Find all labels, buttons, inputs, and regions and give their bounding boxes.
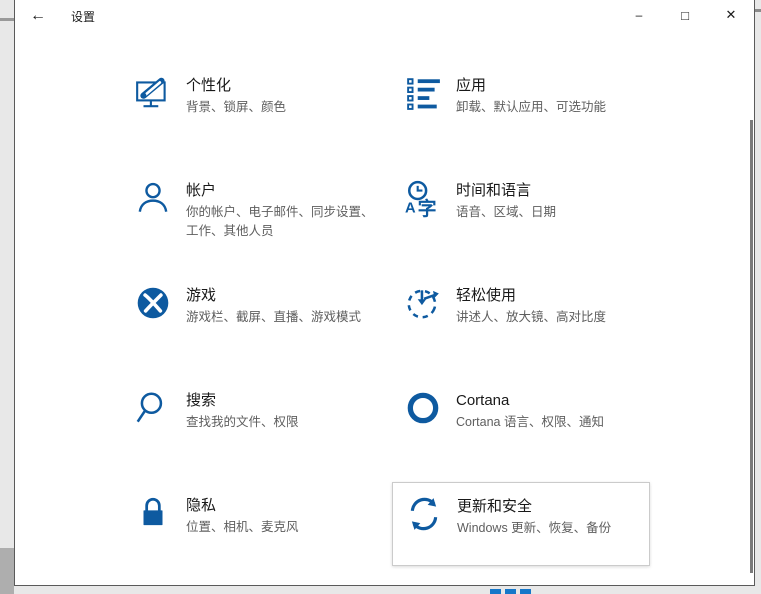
settings-tile-time-language[interactable]: A 字 时间和语言 语音、区域、日期 [392,167,650,251]
tile-title: 应用 [456,76,650,96]
tile-title: 隐私 [186,496,380,516]
settings-tile-ease-of-access[interactable]: 轻松使用 讲述人、放大镜、高对比度 [392,272,650,356]
window-title: 设置 [71,8,95,25]
maximize-icon: □ [681,8,689,23]
tile-title: 个性化 [186,76,380,96]
apps-list-icon [392,62,456,146]
back-arrow-icon: ← [30,7,46,25]
settings-tile-search[interactable]: 搜索 查找我的文件、权限 [122,377,380,461]
tile-title: 游戏 [186,286,380,306]
tile-subtitle: Cortana 语言、权限、通知 [456,413,650,432]
ease-of-access-icon [392,272,456,356]
close-icon: ✕ [726,7,737,23]
settings-tile-accounts[interactable]: 帐户 你的帐户、电子邮件、同步设置、工作、其他人员 [122,167,380,251]
svg-text:字: 字 [418,197,437,219]
settings-tile-cortana[interactable]: Cortana Cortana 语言、权限、通知 [392,377,650,461]
tile-title: 帐户 [186,181,380,201]
settings-tile-apps[interactable]: 应用 卸载、默认应用、可选功能 [392,62,650,146]
background-window-fragment [0,18,14,21]
tile-subtitle: 背景、锁屏、颜色 [186,98,380,117]
minimize-icon: – [636,8,643,22]
tile-subtitle: 讲述人、放大镜、高对比度 [456,308,650,327]
tile-subtitle: 语音、区域、日期 [456,203,650,222]
lock-icon [122,482,186,566]
personalization-icon [122,62,186,146]
search-icon [122,377,186,461]
minimize-button[interactable]: – [616,0,662,30]
tile-subtitle: 位置、相机、麦克风 [186,518,380,537]
tile-title: Cortana [456,391,650,411]
maximize-button[interactable]: □ [662,0,708,30]
xbox-icon [122,272,186,356]
titlebar: ← 设置 – □ ✕ [15,0,754,32]
close-button[interactable]: ✕ [708,0,754,30]
person-icon [122,167,186,251]
tile-subtitle: Windows 更新、恢复、备份 [457,519,649,538]
refresh-arrows-icon [393,483,457,565]
settings-tile-privacy[interactable]: 隐私 位置、相机、麦克风 [122,482,380,566]
tile-title: 时间和语言 [456,181,650,201]
tile-subtitle: 你的帐户、电子邮件、同步设置、工作、其他人员 [186,203,380,241]
clock-language-icon: A 字 [392,167,456,251]
settings-tile-personalization[interactable]: 个性化 背景、锁屏、颜色 [122,62,380,146]
settings-tile-gaming[interactable]: 游戏 游戏栏、截屏、直播、游戏模式 [122,272,380,356]
tile-title: 更新和安全 [457,497,649,517]
tile-title: 搜索 [186,391,380,411]
background-cutoff-text [490,589,545,594]
cortana-icon [392,377,456,461]
tile-subtitle: 游戏栏、截屏、直播、游戏模式 [186,308,380,327]
tile-title: 轻松使用 [456,286,650,306]
settings-tile-update-security[interactable]: 更新和安全 Windows 更新、恢复、备份 [392,482,650,566]
tile-subtitle: 卸载、默认应用、可选功能 [456,98,650,117]
background-window-fragment [755,9,761,12]
back-button[interactable]: ← [15,1,61,31]
scrollbar[interactable] [750,120,753,573]
tile-subtitle: 查找我的文件、权限 [186,413,380,432]
settings-window: ← 设置 – □ ✕ [14,0,755,586]
background-window-fragment [0,548,14,594]
window-controls: – □ ✕ [616,0,754,30]
svg-text:A: A [405,201,416,217]
settings-tiles-grid: 个性化 背景、锁屏、颜色 [122,62,650,566]
